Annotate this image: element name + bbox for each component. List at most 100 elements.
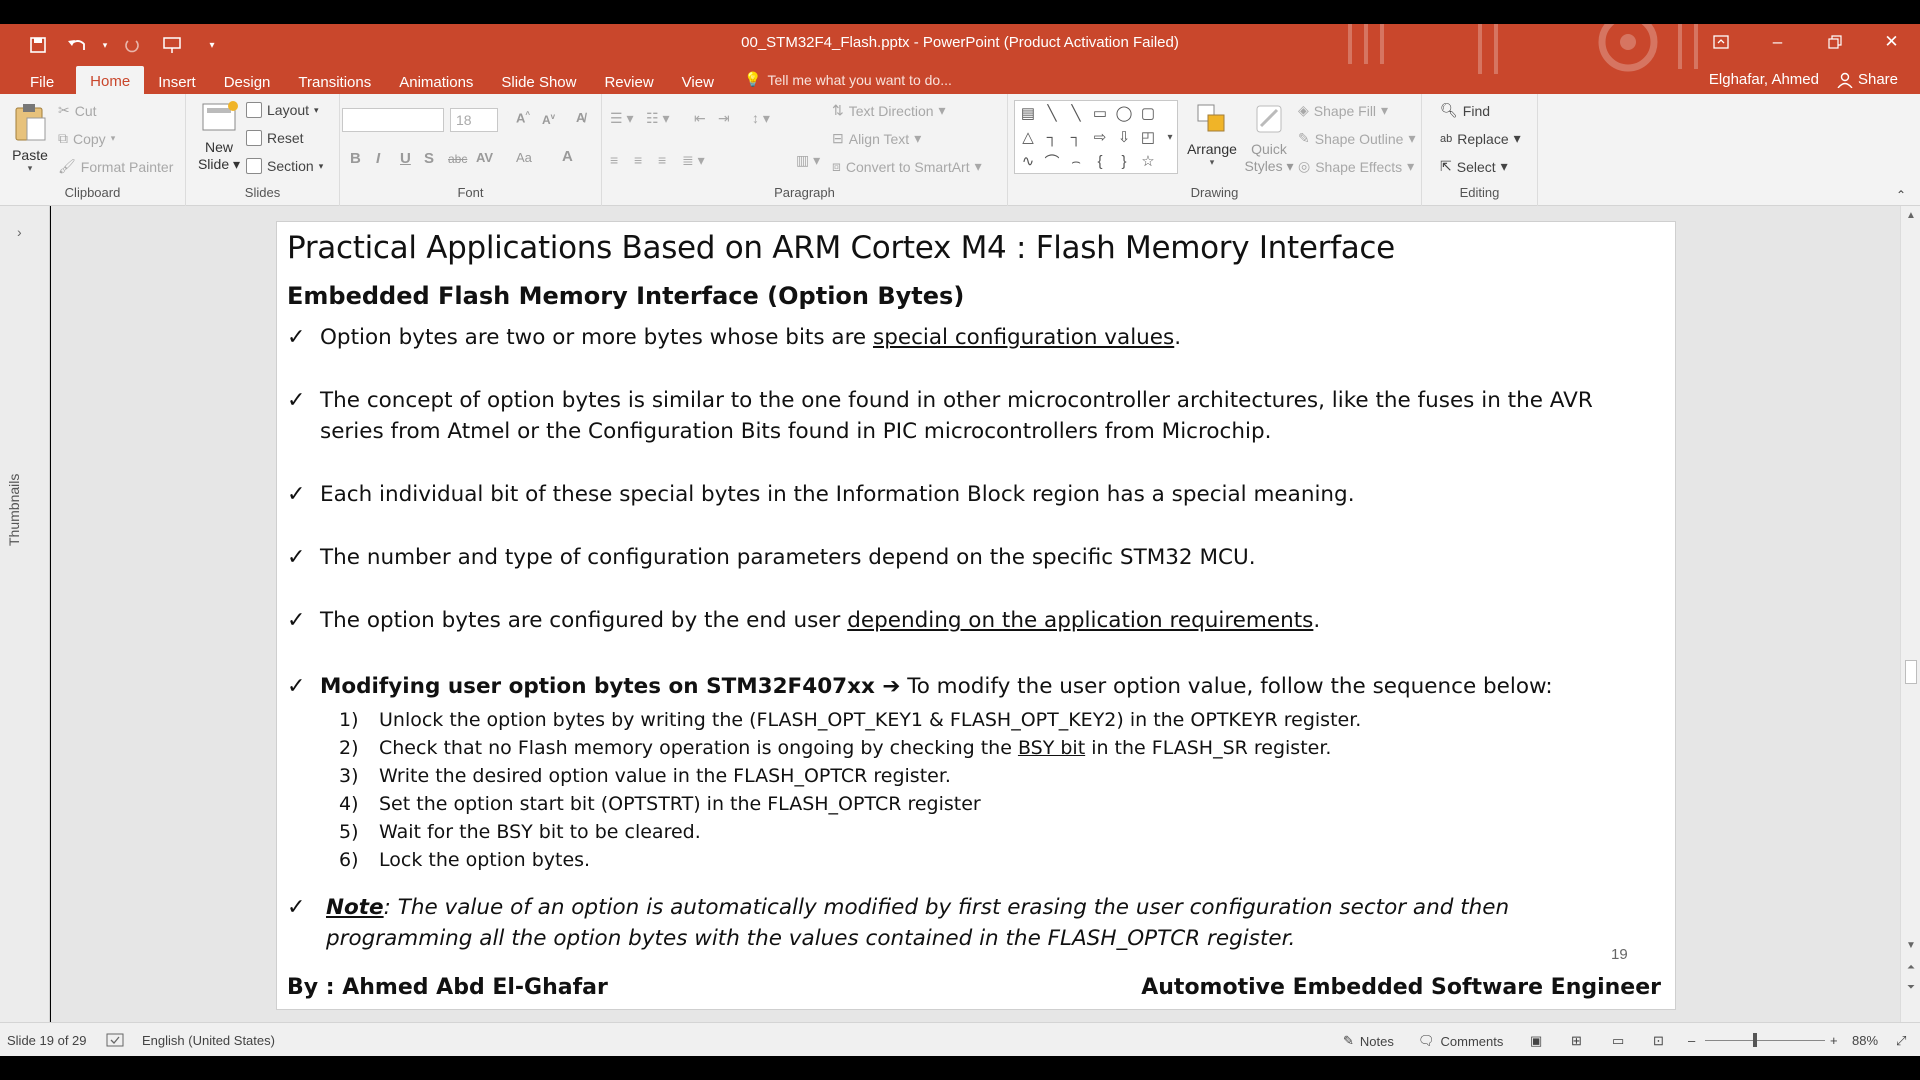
select-button[interactable]: ⇱ Select ▾ (1440, 158, 1508, 175)
shape-elbow-icon[interactable]: ┐ (1067, 129, 1085, 146)
notes-button[interactable]: ✎ Notes (1343, 1033, 1394, 1049)
section-button[interactable]: Section ▾ (246, 158, 323, 174)
undo-dropdown-icon[interactable]: ▾ (98, 32, 112, 58)
zoom-out-icon[interactable]: – (1688, 1033, 1695, 1048)
previous-slide-icon[interactable]: ⏶ (1904, 962, 1918, 973)
slideshow-view-icon[interactable]: ⊡ (1653, 1033, 1664, 1049)
shadow-button[interactable]: S (424, 150, 434, 167)
shape-right-arrow-icon[interactable]: ⇨ (1091, 129, 1109, 146)
step-item[interactable]: 6) Lock the option bytes. (339, 846, 1361, 874)
shape-left-brace-icon[interactable]: { (1091, 153, 1109, 170)
replace-button[interactable]: ab Replace ▾ (1440, 130, 1521, 147)
thumbnails-label[interactable]: Thumbnails (6, 474, 22, 546)
strikethrough-button[interactable]: abc (448, 152, 467, 166)
tell-me-search[interactable]: 💡 Tell me what you want to do... (744, 71, 952, 88)
text-direction-button[interactable]: ⇅ Text Direction ▾ (832, 102, 946, 119)
scrollbar-thumb[interactable] (1905, 660, 1917, 684)
shape-oval-icon[interactable]: ◯ (1115, 105, 1133, 122)
format-painter-button[interactable]: 🖌 Format Painter (58, 158, 173, 175)
font-size-input[interactable]: 18 (450, 108, 498, 132)
reading-view-icon[interactable]: ▭ (1612, 1033, 1624, 1049)
shape-arrow-line-icon[interactable]: ╲ (1067, 105, 1085, 122)
step-item[interactable]: 1) Unlock the option bytes by writing the… (339, 706, 1361, 734)
present-icon[interactable] (152, 32, 192, 58)
shape-fill-button[interactable]: ◈ Shape Fill ▾ (1298, 102, 1388, 119)
step-item[interactable]: 3) Write the desired option value in the … (339, 762, 1361, 790)
shape-star-icon[interactable]: ☆ (1139, 153, 1157, 170)
shape-effects-button[interactable]: ◎ Shape Effects ▾ (1298, 158, 1414, 175)
undo-icon[interactable] (58, 32, 98, 58)
tab-view[interactable]: View (668, 68, 728, 96)
align-center-icon[interactable]: ≡ (634, 152, 642, 168)
slide-sorter-icon[interactable]: ⊞ (1571, 1033, 1582, 1049)
close-icon[interactable]: ✕ (1863, 24, 1920, 60)
convert-smartart-button[interactable]: ⧈ Convert to SmartArt ▾ (832, 158, 982, 175)
comments-button[interactable]: 🗨︎ Comments (1418, 1033, 1503, 1049)
redo-icon[interactable] (112, 32, 152, 58)
char-spacing-button[interactable]: AV (476, 150, 493, 165)
scroll-up-icon[interactable]: ▲ (1904, 210, 1918, 221)
footer-role[interactable]: Automotive Embedded Software Engineer (1141, 975, 1661, 1000)
shape-freeform-icon[interactable]: ⌢ (1067, 153, 1085, 170)
fit-slide-icon[interactable]: ⤢ (1896, 1033, 1906, 1049)
clear-format-icon[interactable]: A̸ (576, 110, 585, 125)
shape-callout-icon[interactable]: ◰ (1139, 129, 1157, 146)
shape-arc-icon[interactable]: ⌒ (1043, 153, 1061, 171)
copy-button[interactable]: ⧉ Copy ▾ (58, 130, 115, 147)
new-slide-button[interactable]: New Slide ▾ (196, 100, 242, 173)
tab-slide-show[interactable]: Slide Show (487, 68, 590, 96)
change-case-button[interactable]: Aa (516, 150, 532, 165)
shape-rectangle-icon[interactable]: ▭ (1091, 105, 1109, 122)
footer-author[interactable]: By : Ahmed Abd El-Ghafar (287, 975, 608, 1000)
shape-textbox-icon[interactable]: ▤ (1019, 105, 1037, 122)
tab-file[interactable]: File (16, 68, 68, 96)
align-text-button[interactable]: ⊟ Align Text ▾ (832, 130, 921, 147)
zoom-level[interactable]: 88% (1852, 1033, 1878, 1048)
shape-outline-button[interactable]: ✎ Shape Outline ▾ (1298, 130, 1416, 147)
tab-insert[interactable]: Insert (144, 68, 210, 96)
shapes-gallery[interactable]: ▤ ╲ ╲ ▭ ◯ ▢ △ ┐ ┐ ⇨ ⇩ ◰ ∿ ⌒ ⌢ { } ☆ ▾ (1014, 100, 1178, 174)
normal-view-icon[interactable]: ▣ (1530, 1033, 1542, 1049)
shape-rounded-rect-icon[interactable]: ▢ (1139, 105, 1157, 122)
user-name[interactable]: Elghafar, Ahmed (1709, 71, 1819, 88)
shape-down-arrow-icon[interactable]: ⇩ (1115, 129, 1133, 146)
font-color-button[interactable]: A (562, 148, 573, 165)
minimize-icon[interactable]: – (1749, 24, 1806, 60)
next-slide-icon[interactable]: ⏷ (1904, 982, 1918, 993)
tab-review[interactable]: Review (590, 68, 667, 96)
underline-button[interactable]: U (400, 150, 411, 167)
restore-icon[interactable] (1806, 24, 1863, 60)
zoom-slider-thumb[interactable] (1753, 1033, 1757, 1047)
bullets-button[interactable]: ☰ ▾ (610, 110, 633, 127)
columns-icon[interactable]: ▥ ▾ (796, 152, 820, 169)
shrink-font-icon[interactable]: Av (542, 112, 555, 127)
reset-button[interactable]: Reset (246, 130, 304, 146)
layout-button[interactable]: Layout ▾ (246, 102, 319, 118)
tab-home[interactable]: Home (76, 66, 145, 96)
scroll-down-icon[interactable]: ▼ (1904, 940, 1918, 951)
font-name-input[interactable] (342, 108, 444, 132)
tab-animations[interactable]: Animations (385, 68, 487, 96)
slide-canvas[interactable]: Practical Applications Based on ARM Cort… (276, 221, 1676, 1010)
increase-indent-icon[interactable]: ⇥ (718, 110, 730, 127)
gallery-more-icon[interactable]: ▾ (1161, 129, 1179, 145)
expand-thumbnails-icon[interactable]: › (17, 224, 22, 240)
share-button[interactable]: Share (1837, 71, 1898, 88)
italic-button[interactable]: I (376, 150, 380, 167)
align-right-icon[interactable]: ≡ (658, 152, 666, 168)
shape-line-icon[interactable]: ╲ (1043, 105, 1061, 122)
step-item[interactable]: 5) Wait for the BSY bit to be cleared. (339, 818, 1361, 846)
language-indicator[interactable]: English (United States) (142, 1033, 275, 1048)
ribbon-display-icon[interactable] (1692, 24, 1749, 60)
shape-connector-icon[interactable]: ┐ (1043, 129, 1061, 146)
shape-right-brace-icon[interactable]: } (1115, 153, 1133, 170)
quick-styles-button[interactable]: Quick Styles ▾ (1244, 102, 1294, 175)
step-item[interactable]: 4) Set the option start bit (OPTSTRT) in … (339, 790, 1361, 818)
zoom-in-icon[interactable]: + (1830, 1033, 1838, 1048)
arrange-button[interactable]: Arrange ▾ (1184, 102, 1240, 168)
collapse-ribbon-icon[interactable]: ⌃ (1896, 188, 1906, 202)
line-spacing-icon[interactable]: ↕ ▾ (752, 110, 770, 127)
justify-icon[interactable]: ≣ ▾ (682, 152, 705, 169)
spellcheck-icon[interactable] (106, 1033, 124, 1047)
tab-design[interactable]: Design (210, 68, 285, 96)
